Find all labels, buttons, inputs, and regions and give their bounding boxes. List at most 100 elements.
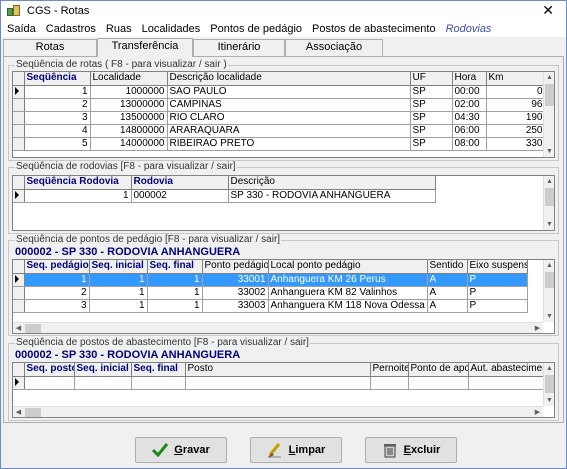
cell-sequencia[interactable]: 5 [24, 137, 91, 151]
cell-localidade[interactable]: 13500000 [90, 111, 168, 125]
rotas-grid[interactable]: Seqüência Localidade Descrição localidad… [12, 71, 555, 158]
menu-cadastros[interactable]: Cadastros [46, 23, 96, 35]
cell-localidade[interactable]: 13000000 [90, 98, 168, 112]
scroll-up-icon[interactable]: ▲ [544, 176, 554, 187]
cell-km[interactable]: 190 [486, 111, 546, 125]
col-header-seq-rodovia[interactable]: Seqüência Rodovia [24, 176, 132, 190]
cell-sequencia[interactable]: 2 [24, 98, 91, 112]
tab-rotas[interactable]: Rotas [3, 39, 97, 56]
scroll-thumb[interactable] [25, 408, 41, 417]
cell-km[interactable]: 0 [486, 85, 546, 99]
cell-sequencia[interactable]: 4 [24, 124, 91, 138]
tab-associacao[interactable]: Associação [285, 39, 383, 56]
cell-descricao[interactable]: ARARAQUARA [167, 124, 411, 138]
cell-local[interactable]: Anhanguera KM 26 Perus [268, 273, 428, 287]
col-header-localidade[interactable]: Localidade [90, 72, 168, 86]
close-icon[interactable]: ✕ [542, 3, 554, 17]
cell-km[interactable]: 330 [486, 137, 546, 151]
table-row[interactable]: 5 14000000 RIBEIRAO PRETO SP 08:00 330 [13, 137, 546, 151]
scroll-left-icon[interactable]: ◀ [13, 407, 24, 417]
cell-km[interactable]: 250 [486, 124, 546, 138]
cell-km[interactable]: 96 [486, 98, 546, 112]
pedagio-horizontal-scrollbar[interactable]: ◀ ▶ [13, 322, 543, 333]
cell-descricao[interactable]: RIBEIRAO PRETO [167, 137, 411, 151]
cell-seq-inicial[interactable]: 1 [89, 299, 148, 313]
cell-seq-pedagio[interactable]: 3 [24, 299, 90, 313]
cell-hora[interactable]: 02:00 [452, 98, 487, 112]
cell-seq-inicial[interactable]: 1 [89, 286, 148, 300]
col-header-ponto-apoio[interactable]: Ponto de apoio [408, 363, 469, 377]
scroll-thumb[interactable] [545, 188, 554, 206]
scroll-right-icon[interactable]: ▶ [532, 407, 543, 417]
postos-horizontal-scrollbar[interactable]: ◀ ▶ [13, 406, 543, 417]
scroll-right-icon[interactable]: ▶ [532, 323, 543, 333]
scroll-up-icon[interactable]: ▲ [544, 363, 554, 374]
col-header-posto[interactable]: Posto [185, 363, 371, 377]
col-header-sequencia[interactable]: Seqüência [24, 72, 91, 86]
scroll-thumb[interactable] [545, 84, 554, 106]
cell-localidade[interactable]: 14000000 [90, 137, 168, 151]
cell-uf[interactable]: SP [410, 98, 453, 112]
col-header-descricao[interactable]: Descrição [228, 176, 436, 190]
table-row[interactable]: 1 000002 SP 330 - RODOVIA ANHANGUERA [13, 189, 436, 203]
postos-vertical-scrollbar[interactable]: ▲ ▼ [543, 363, 554, 406]
cell-rodovia[interactable]: 000002 [131, 189, 229, 203]
tab-transferencia[interactable]: Transferência [97, 38, 193, 57]
table-row[interactable]: 3 1 1 33003 Anhanguera KM 118 Nova Odess… [13, 299, 528, 313]
scroll-down-icon[interactable]: ▼ [544, 219, 554, 230]
cell-hora[interactable]: 04:30 [452, 111, 487, 125]
scroll-thumb[interactable] [25, 324, 41, 333]
menu-postos-abastecimento[interactable]: Postos de abastecimento [312, 23, 436, 35]
col-header-seq-final[interactable]: Seq. final [131, 363, 186, 377]
cell-seq-pedagio[interactable]: 2 [24, 286, 90, 300]
col-header-uf[interactable]: UF [410, 72, 453, 86]
rodovias-grid[interactable]: Seqüência Rodovia Rodovia Descrição 1 00… [12, 175, 555, 231]
cell-localidade[interactable]: 14800000 [90, 124, 168, 138]
cell-ponto-pedagio[interactable]: 33001 [202, 273, 269, 287]
cell-localidade[interactable]: 1000000 [90, 85, 168, 99]
cell-seq-final[interactable]: 1 [147, 299, 203, 313]
table-row[interactable]: 2 1 1 33002 Anhanguera KM 82 Valinhos A … [13, 286, 528, 300]
cell-descricao[interactable]: RIO CLARO [167, 111, 411, 125]
table-row[interactable]: 1 1000000 SAO PAULO SP 00:00 0 [13, 85, 546, 99]
pedagio-grid[interactable]: Seq. pedágio Seq. inicial Seq. final Pon… [12, 259, 555, 334]
cell-eixo[interactable]: P [467, 299, 528, 313]
rodovias-vertical-scrollbar[interactable]: ▲ ▼ [543, 176, 554, 230]
scroll-thumb[interactable] [545, 375, 554, 393]
cell-sentido[interactable]: A [427, 299, 468, 313]
menu-saida[interactable]: Saída [7, 23, 36, 35]
col-header-seq-posto[interactable]: Seq. posto [24, 363, 75, 377]
cell-uf[interactable]: SP [410, 85, 453, 99]
scroll-thumb[interactable] [545, 272, 554, 288]
scroll-up-icon[interactable]: ▲ [544, 260, 554, 271]
cell-uf[interactable]: SP [410, 137, 453, 151]
cell-seq-rodovia[interactable]: 1 [24, 189, 132, 203]
limpar-button[interactable]: Limpar [250, 437, 342, 463]
col-header-seq-final[interactable]: Seq. final [147, 260, 203, 274]
gravar-button[interactable]: Gravar [135, 437, 227, 463]
postos-grid[interactable]: Seq. posto Seq. inicial Seq. final Posto… [12, 362, 555, 418]
table-row-selected[interactable]: 1 1 1 33001 Anhanguera KM 26 Perus A P [13, 273, 528, 287]
col-header-ponto-pedagio[interactable]: Ponto pedágio [202, 260, 269, 274]
col-header-seq-pedagio[interactable]: Seq. pedágio [24, 260, 90, 274]
rotas-vertical-scrollbar[interactable]: ▲ ▼ [543, 72, 554, 157]
cell-uf[interactable]: SP [410, 124, 453, 138]
cell-sentido[interactable]: A [427, 286, 468, 300]
cell-sequencia[interactable]: 3 [24, 111, 91, 125]
cell-eixo[interactable]: P [467, 286, 528, 300]
cell-seq-pedagio[interactable]: 1 [24, 273, 90, 287]
scroll-down-icon[interactable]: ▼ [544, 146, 554, 157]
cell-ponto-pedagio[interactable]: 33003 [202, 299, 269, 313]
cell-sentido[interactable]: A [427, 273, 468, 287]
col-header-seq-inicial[interactable]: Seq. inicial [89, 260, 148, 274]
menu-rodovias[interactable]: Rodovias [446, 23, 492, 35]
cell-ponto-pedagio[interactable]: 33002 [202, 286, 269, 300]
cell-descricao[interactable]: CAMPINAS [167, 98, 411, 112]
excluir-button[interactable]: Excluir [365, 437, 457, 463]
col-header-seq-inicial[interactable]: Seq. inicial [74, 363, 132, 377]
cell-local[interactable]: Anhanguera KM 82 Valinhos [268, 286, 428, 300]
cell-hora[interactable]: 08:00 [452, 137, 487, 151]
cell-seq-final[interactable]: 1 [147, 273, 203, 287]
col-header-descricao[interactable]: Descrição localidade [167, 72, 411, 86]
cell-descricao[interactable]: SP 330 - RODOVIA ANHANGUERA [228, 189, 436, 203]
